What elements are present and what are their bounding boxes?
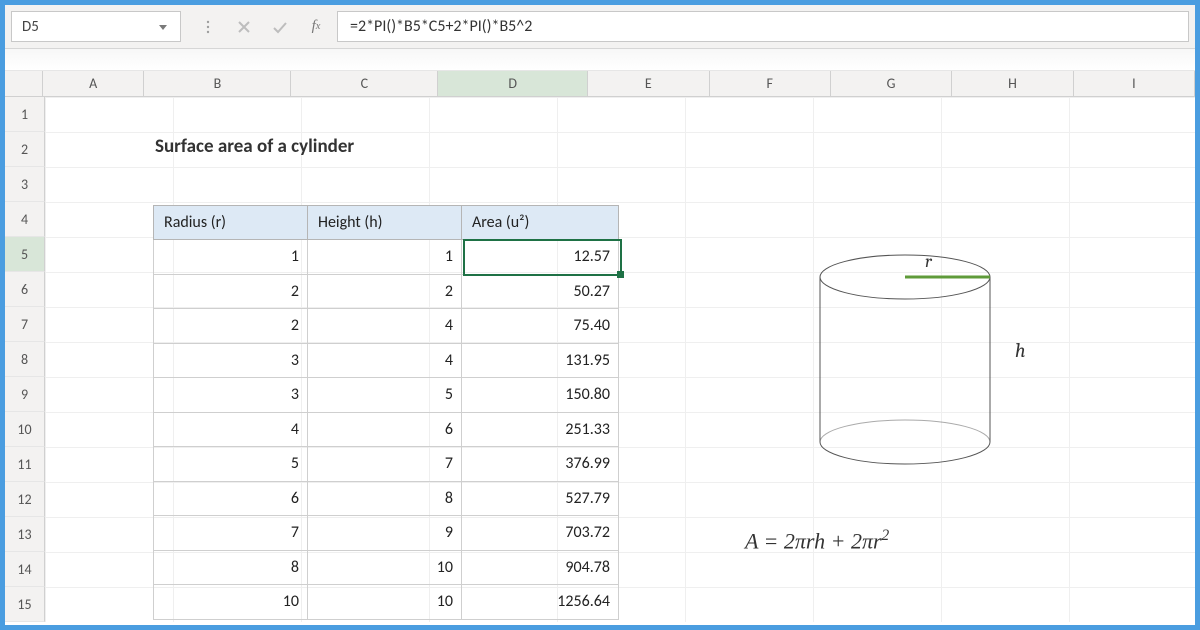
page-title: Surface area of a cylinder (155, 135, 354, 158)
cell-h[interactable]: 1 (308, 240, 462, 275)
cell-h[interactable]: 2 (308, 274, 462, 309)
name-box-dropdown-icon[interactable] (156, 20, 170, 34)
cells-area[interactable]: Surface area of a cylinder Radius (r) He… (45, 97, 1195, 622)
cell-r[interactable]: 5 (154, 447, 308, 482)
row-header-6[interactable]: 6 (5, 272, 45, 307)
cell-area[interactable]: 904.78 (462, 550, 619, 585)
row-header-14[interactable]: 14 (5, 552, 45, 587)
cell-area[interactable]: 251.33 (462, 412, 619, 447)
row-header-15[interactable]: 15 (5, 587, 45, 622)
cell-r[interactable]: 2 (154, 309, 308, 344)
cell-area[interactable]: 376.99 (462, 447, 619, 482)
cell-r[interactable]: 3 (154, 343, 308, 378)
cell-r[interactable]: 8 (154, 550, 308, 585)
cell-r[interactable]: 6 (154, 481, 308, 516)
cell-r[interactable]: 10 (154, 585, 308, 620)
table-row: 46251.33 (154, 412, 619, 447)
table-row: 79703.72 (154, 516, 619, 551)
column-headers: A B C D E F G H I (5, 71, 1195, 97)
cell-h[interactable]: 10 (308, 550, 462, 585)
cell-r[interactable]: 1 (154, 240, 308, 275)
cell-h[interactable]: 6 (308, 412, 462, 447)
row-header-9[interactable]: 9 (5, 377, 45, 412)
col-header-C[interactable]: C (291, 71, 438, 96)
formula-bar-buttons: fx (187, 5, 337, 48)
row-header-12[interactable]: 12 (5, 482, 45, 517)
col-header-D[interactable]: D (438, 71, 588, 96)
row-header-10[interactable]: 10 (5, 412, 45, 447)
cancel-formula-button[interactable] (233, 16, 255, 38)
cell-area[interactable]: 150.80 (462, 378, 619, 413)
cell-area[interactable]: 50.27 (462, 274, 619, 309)
cell-area[interactable]: 703.72 (462, 516, 619, 551)
header-area: Area (u²) (462, 206, 619, 240)
row-header-4[interactable]: 4 (5, 202, 45, 237)
select-all-corner[interactable] (5, 71, 43, 96)
row-header-7[interactable]: 7 (5, 307, 45, 342)
col-header-A[interactable]: A (43, 71, 144, 96)
dots-icon (197, 16, 219, 38)
spreadsheet-grid: A B C D E F G H I 1 2 3 4 5 6 7 8 9 10 1… (5, 71, 1195, 622)
cell-h[interactable]: 4 (308, 309, 462, 344)
formula-text: =2*PI()*B5*C5+2*PI()*B5^2 (350, 17, 532, 36)
table-row: 68527.79 (154, 481, 619, 516)
cell-r[interactable]: 3 (154, 378, 308, 413)
col-header-I[interactable]: I (1074, 71, 1195, 96)
cell-r[interactable]: 4 (154, 412, 308, 447)
row-header-5[interactable]: 5 (5, 237, 45, 272)
cylinder-diagram: r h (805, 247, 1035, 487)
cell-r[interactable]: 7 (154, 516, 308, 551)
ribbon-gap (5, 49, 1195, 71)
header-radius: Radius (r) (154, 206, 308, 240)
row-header-1[interactable]: 1 (5, 97, 45, 132)
row-headers: 1 2 3 4 5 6 7 8 9 10 11 12 13 14 15 (5, 97, 45, 622)
table-row: 34131.95 (154, 343, 619, 378)
cell-h[interactable]: 10 (308, 585, 462, 620)
cell-r[interactable]: 2 (154, 274, 308, 309)
table-row: 1112.57 (154, 240, 619, 275)
active-cell-ref: D5 (22, 18, 39, 36)
insert-function-button[interactable]: fx (305, 16, 327, 38)
table-row: 35150.80 (154, 378, 619, 413)
table-row: 2475.40 (154, 309, 619, 344)
r-label: r (925, 251, 933, 272)
row-header-11[interactable]: 11 (5, 447, 45, 482)
formula-bar: D5 fx =2*PI()*B5*C5+2*PI()*B5^2 (5, 5, 1195, 49)
cell-h[interactable]: 4 (308, 343, 462, 378)
col-header-F[interactable]: F (710, 71, 831, 96)
row-header-13[interactable]: 13 (5, 517, 45, 552)
col-header-G[interactable]: G (831, 71, 952, 96)
cell-h[interactable]: 9 (308, 516, 462, 551)
row-header-3[interactable]: 3 (5, 167, 45, 202)
col-header-H[interactable]: H (952, 71, 1073, 96)
row-header-2[interactable]: 2 (5, 132, 45, 167)
math-formula: A = 2πrh + 2πr2 (745, 527, 889, 554)
name-box[interactable]: D5 (11, 11, 181, 42)
row-header-8[interactable]: 8 (5, 342, 45, 377)
cell-area[interactable]: 131.95 (462, 343, 619, 378)
table-row: 57376.99 (154, 447, 619, 482)
col-header-B[interactable]: B (144, 71, 291, 96)
table-row: 10101256.64 (154, 585, 619, 620)
formula-input[interactable]: =2*PI()*B5*C5+2*PI()*B5^2 (337, 11, 1189, 42)
cell-area[interactable]: 12.57 (462, 240, 619, 275)
cell-h[interactable]: 7 (308, 447, 462, 482)
data-table: Radius (r) Height (h) Area (u²) 1112.572… (153, 205, 619, 620)
cell-h[interactable]: 5 (308, 378, 462, 413)
header-height: Height (h) (308, 206, 462, 240)
cell-area[interactable]: 1256.64 (462, 585, 619, 620)
cell-h[interactable]: 8 (308, 481, 462, 516)
col-header-E[interactable]: E (588, 71, 709, 96)
table-row: 810904.78 (154, 550, 619, 585)
table-header-row: Radius (r) Height (h) Area (u²) (154, 206, 619, 240)
cell-area[interactable]: 75.40 (462, 309, 619, 344)
enter-formula-button[interactable] (269, 16, 291, 38)
cell-area[interactable]: 527.79 (462, 481, 619, 516)
h-label: h (1015, 339, 1026, 362)
table-row: 2250.27 (154, 274, 619, 309)
